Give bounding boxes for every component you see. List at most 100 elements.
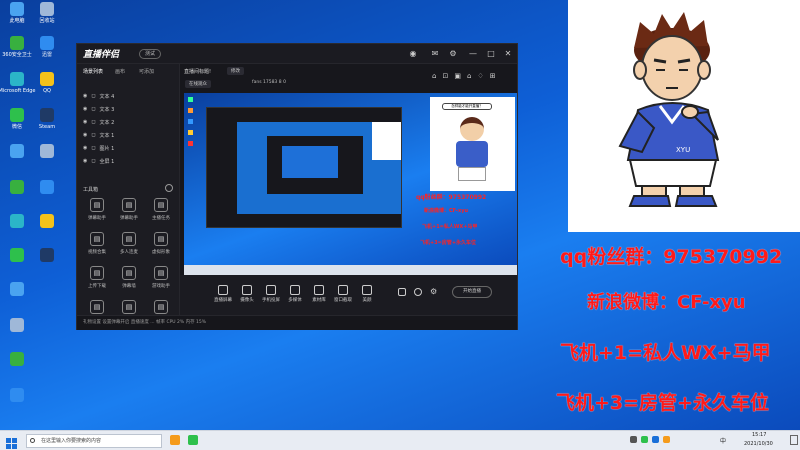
bottom-tool-icon: [314, 285, 324, 295]
desktop-icon[interactable]: [32, 180, 62, 214]
tool-button[interactable]: ▤ 主播任务: [147, 198, 175, 230]
search-input[interactable]: 在这里输入你要搜索的内容: [26, 434, 162, 448]
taskbar-app-wechat[interactable]: [188, 435, 198, 445]
windows-start-icon[interactable]: [6, 435, 18, 449]
tool-label: 虚拟形象: [152, 250, 170, 255]
maximize-icon[interactable]: □: [485, 48, 497, 60]
desktop-icon[interactable]: 回收站: [32, 2, 62, 36]
tab-scenes[interactable]: 场景列表: [83, 68, 103, 75]
qq-group-text: qq粉丝群：975370992: [560, 246, 783, 268]
desktop-icon[interactable]: Microsoft Edge: [0, 72, 35, 106]
eye-icon[interactable]: ◉: [83, 93, 87, 99]
tray-network-icon[interactable]: [652, 436, 659, 443]
tray-icon[interactable]: [630, 436, 637, 443]
lock-icon[interactable]: ◻: [91, 132, 95, 138]
tool-button[interactable]: ▤ 弹幕助手: [115, 198, 143, 230]
version-badge[interactable]: 测试: [139, 49, 161, 59]
bottom-tool-button[interactable]: 多媒体: [284, 285, 306, 303]
mic-icon[interactable]: [414, 288, 422, 296]
desktop-icon[interactable]: [2, 388, 32, 422]
lock-icon[interactable]: ⊡: [442, 72, 448, 80]
desktop-icon[interactable]: [32, 248, 62, 282]
lock-icon[interactable]: ◻: [91, 145, 95, 151]
notification-center-icon[interactable]: [790, 435, 798, 445]
minimize-icon[interactable]: —: [467, 48, 479, 60]
scene-item[interactable]: ◉ ◻ 文本 2: [83, 116, 173, 128]
desktop-icon[interactable]: [32, 144, 62, 178]
tool-button[interactable]: ▤ 弹幕墙: [115, 266, 143, 298]
avatar[interactable]: ◉: [407, 48, 419, 60]
bottom-tool-button[interactable]: 直播屏幕: [212, 285, 234, 303]
app-icon: [40, 36, 54, 50]
tab-canvas[interactable]: 画布: [115, 68, 125, 75]
home-icon[interactable]: ⌂: [467, 72, 471, 80]
bottom-tool-button[interactable]: 素材库: [308, 285, 330, 303]
tool-label: 多人连麦: [120, 250, 138, 255]
scene-item[interactable]: ◉ ◻ 文本 1: [83, 129, 173, 141]
eye-icon[interactable]: ◉: [83, 132, 87, 138]
record-icon[interactable]: [398, 288, 406, 296]
audience-tag[interactable]: 在线观众: [185, 80, 211, 88]
tray-volume-icon[interactable]: [663, 436, 670, 443]
desktop-icon[interactable]: [2, 214, 32, 248]
tool-icon: ▤: [122, 198, 136, 212]
room-title[interactable]: 直播间标题!: [184, 68, 211, 75]
notification-icon[interactable]: ✉: [429, 48, 441, 60]
desktop-icon[interactable]: [2, 282, 32, 316]
tool-button[interactable]: ▤ 游戏助手: [147, 266, 175, 298]
desktop-icon[interactable]: Steam: [32, 108, 62, 142]
desktop-icon[interactable]: [2, 144, 32, 178]
taskbar: 在这里输入你要搜索的内容 中 15:17 2021/10/30: [0, 430, 800, 450]
lock-icon[interactable]: ◻: [91, 158, 95, 164]
clock-time[interactable]: 15:17: [752, 432, 766, 438]
bell-icon[interactable]: ♢: [477, 72, 483, 80]
share-icon[interactable]: ⌂: [432, 72, 436, 80]
desktop-icon[interactable]: [32, 214, 62, 248]
collapse-icon[interactable]: [165, 184, 173, 192]
input-language[interactable]: 中: [720, 436, 726, 445]
scene-item[interactable]: ◉ ◻ 全屏 1: [83, 155, 173, 167]
bottom-tool-button[interactable]: 美颜: [356, 285, 378, 303]
desktop-icon[interactable]: QQ: [32, 72, 62, 106]
tool-button[interactable]: ▤ 上传下载: [83, 266, 111, 298]
layout-icon[interactable]: ▣: [454, 72, 461, 80]
eye-icon[interactable]: ◉: [83, 106, 87, 112]
eye-icon[interactable]: ◉: [83, 145, 87, 151]
desktop-icon[interactable]: [2, 180, 32, 214]
settings-icon[interactable]: ⚙: [447, 48, 459, 60]
desktop-icon[interactable]: [2, 352, 32, 386]
desktop-icon[interactable]: 360安全卫士: [2, 36, 32, 70]
tab-addable[interactable]: 可添加: [139, 68, 154, 75]
clock-date[interactable]: 2021/10/30: [744, 441, 773, 447]
desktop-icon[interactable]: [2, 248, 32, 282]
taskbar-app-live[interactable]: [170, 435, 180, 445]
tool-icon: ▤: [154, 300, 168, 314]
lock-icon[interactable]: ◻: [91, 106, 95, 112]
scene-item[interactable]: ◉ ◻ 图片 1: [83, 142, 173, 154]
tool-button[interactable]: ▤ 多人连麦: [115, 232, 143, 264]
grid-icon[interactable]: ⊞: [490, 72, 496, 80]
bottom-tool-button[interactable]: 摄像头: [236, 285, 258, 303]
preview-canvas[interactable]: 怎样能才能开直播？ qq粉丝群：975370992 新浪微博：CF-xyu 飞机…: [184, 93, 517, 275]
tool-button[interactable]: ▤ 视频合集: [83, 232, 111, 264]
bottom-tool-button[interactable]: 手机投屏: [260, 285, 282, 303]
eye-icon[interactable]: ◉: [83, 158, 87, 164]
tray-wechat-icon[interactable]: [641, 436, 648, 443]
scene-item[interactable]: ◉ ◻ 文本 3: [83, 103, 173, 115]
desktop-icon[interactable]: [2, 318, 32, 352]
settings-gear-icon[interactable]: ⚙: [430, 287, 437, 296]
tool-button[interactable]: ▤ 虚拟形象: [147, 232, 175, 264]
desktop-icon[interactable]: 此电脑: [2, 2, 32, 36]
tool-button[interactable]: ▤ 弹幕助手: [83, 198, 111, 230]
lock-icon[interactable]: ◻: [91, 93, 95, 99]
scene-item[interactable]: ◉ ◻ 文本 4: [83, 90, 173, 102]
desktop-icon[interactable]: 迅雷: [32, 36, 62, 70]
bottom-tool-button[interactable]: 窗口截取: [332, 285, 354, 303]
lock-icon[interactable]: ◻: [91, 119, 95, 125]
edit-title-button[interactable]: 修改: [227, 67, 244, 75]
close-icon[interactable]: ✕: [502, 48, 514, 60]
desktop-icon[interactable]: 微信: [2, 108, 32, 142]
start-live-button[interactable]: 开始直播: [452, 286, 492, 298]
tool-icon: ▤: [154, 266, 168, 280]
eye-icon[interactable]: ◉: [83, 119, 87, 125]
